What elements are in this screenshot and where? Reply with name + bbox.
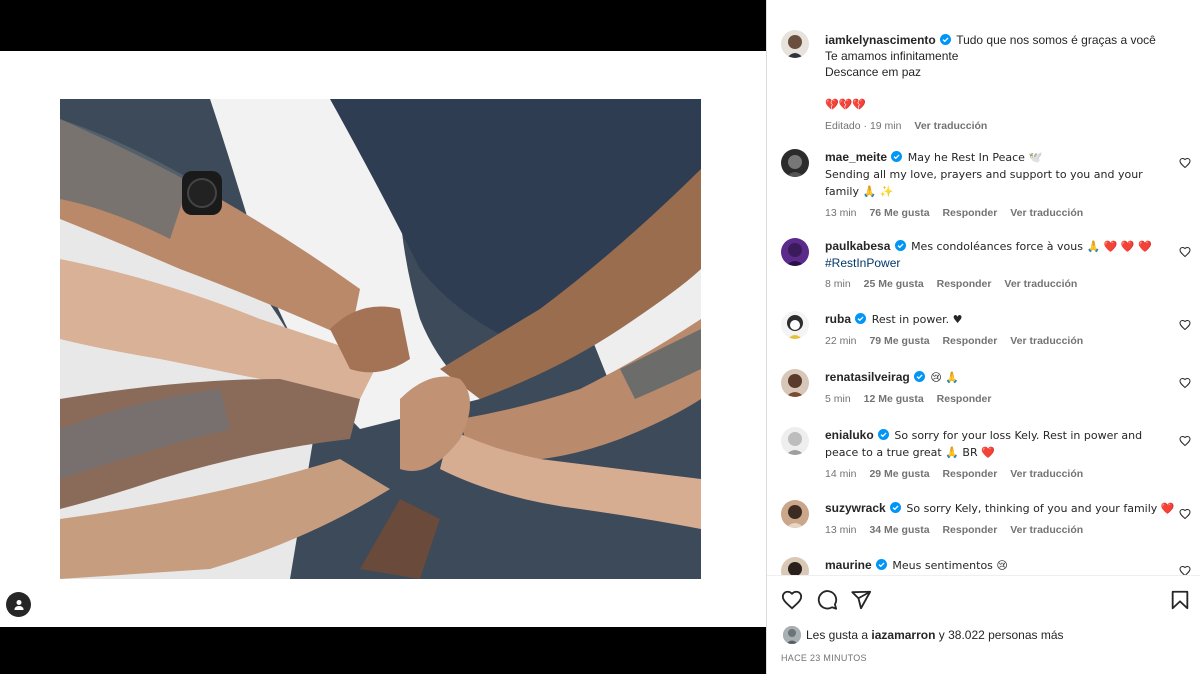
post-actions-section: Les gusta a iazamarron y 38.022 personas… [767,575,1200,674]
caption-translate-link[interactable]: Ver traducción [914,120,987,132]
send-icon[interactable] [850,589,872,611]
caption-emojis: 💔💔💔 [825,98,867,111]
comment-text: May he Rest In Peace 🕊️ [907,151,1043,164]
avatar[interactable] [781,557,809,575]
post-photo[interactable] [60,99,701,579]
verified-badge-icon [914,371,926,382]
comment-username[interactable]: enialuko [825,428,874,442]
comment-username[interactable]: mae_meite [825,150,887,164]
comment-text-continued: Sending all my love, prayers and support… [825,168,1143,198]
reply-button[interactable]: Responder [942,207,997,219]
comment-text: So sorry for your loss Kely. Rest in pow… [894,429,1143,442]
liker-avatar[interactable] [783,626,801,644]
post-timestamp[interactable]: HACE 23 MINUTOS [781,653,867,663]
verified-badge-icon [891,151,903,162]
comment-text-continued: peace to a true great 🙏 BR ❤️ [825,446,995,459]
bookmark-icon[interactable] [1169,589,1191,611]
person-tag-icon [14,599,23,610]
avatar[interactable] [781,369,809,397]
likes-prefix: Les gusta a [806,628,869,642]
comments-list[interactable]: iamkelynascimento Tudo que nos somos é g… [767,0,1200,575]
verified-badge-icon [890,502,902,513]
reply-button[interactable]: Responder [937,278,992,290]
verified-badge-icon [940,34,952,45]
like-comment-heart-icon[interactable] [1179,319,1191,331]
avatar[interactable] [781,311,809,339]
comment-likes[interactable]: 79 Me gusta [869,335,929,347]
comment-time: 13 min [825,524,857,536]
avatar[interactable] [781,238,809,266]
likes-summary[interactable]: Les gusta a iazamarron y 38.022 personas… [783,626,1183,646]
translate-link[interactable]: Ver traducción [1010,468,1083,480]
liker-username[interactable]: iazamarron [871,628,935,642]
reply-button[interactable]: Responder [937,393,992,405]
comment-likes[interactable]: 25 Me gusta [864,278,924,290]
comment-username[interactable]: paulkabesa [825,239,890,253]
verified-badge-icon [878,429,890,440]
translate-link[interactable]: Ver traducción [1004,278,1077,290]
avatar[interactable] [781,149,809,177]
comment-likes[interactable]: 12 Me gusta [864,393,924,405]
likes-suffix[interactable]: y 38.022 personas más [939,628,1064,642]
like-comment-heart-icon[interactable] [1179,377,1191,389]
comment-username[interactable]: renatasilveirag [825,370,910,384]
comment-time: 22 min [825,335,857,347]
caption-line-2: Te amamos infinitamente [825,49,959,63]
caption-edited: Editado · 19 min [825,120,902,132]
comment-username[interactable]: maurine [825,558,872,572]
comment-likes[interactable]: 29 Me gusta [869,468,929,480]
translate-link[interactable]: Ver traducción [1010,335,1083,347]
reply-button[interactable]: Responder [942,468,997,480]
comment-time: 8 min [825,278,851,290]
caption-username[interactable]: iamkelynascimento [825,33,936,47]
translate-link[interactable]: Ver traducción [1010,524,1083,536]
hashtag-link[interactable]: #RestInPower [825,256,900,270]
like-comment-heart-icon[interactable] [1179,246,1191,258]
comment-time: 5 min [825,393,851,405]
media-frame [0,51,766,627]
avatar[interactable] [781,500,809,528]
comment-text: Mes condoléances force à vous 🙏 ❤️ ❤️ ❤️ [911,240,1152,253]
media-pane [0,0,766,674]
comment-text: Meus sentimentos 😢 [892,559,1008,572]
tagged-users-button[interactable] [6,592,31,617]
comment-likes[interactable]: 76 Me gusta [869,207,929,219]
reply-button[interactable]: Responder [942,524,997,536]
comment-likes[interactable]: 34 Me gusta [869,524,929,536]
like-comment-heart-icon[interactable] [1179,508,1191,520]
avatar[interactable] [781,427,809,455]
caption-line-3: Descance em paz [825,65,922,79]
post-photo-illustration [60,99,701,579]
verified-badge-icon [855,313,867,324]
translate-link[interactable]: Ver traducción [1010,207,1083,219]
verified-badge-icon [876,559,888,570]
comment-icon[interactable] [816,589,838,611]
heart-icon[interactable] [781,589,803,611]
comment-text: So sorry Kely, thinking of you and your … [906,502,1175,515]
avatar[interactable] [781,30,809,58]
verified-badge-icon [894,240,906,251]
reply-button[interactable]: Responder [942,335,997,347]
comment-text: Rest in power. ♥ [871,313,963,326]
like-comment-heart-icon[interactable] [1179,435,1191,447]
comment-username[interactable]: ruba [825,312,851,326]
like-comment-heart-icon[interactable] [1179,157,1191,169]
like-comment-heart-icon[interactable] [1179,565,1191,575]
comment-text: 😢 🙏 [930,371,960,384]
post-sidebar: iamkelynascimento Tudo que nos somos é g… [766,0,1200,674]
comment-time: 13 min [825,207,857,219]
caption-line-1: Tudo que nos somos é graças a você [956,33,1156,47]
comment-username[interactable]: suzywrack [825,501,886,515]
comment-time: 14 min [825,468,857,480]
